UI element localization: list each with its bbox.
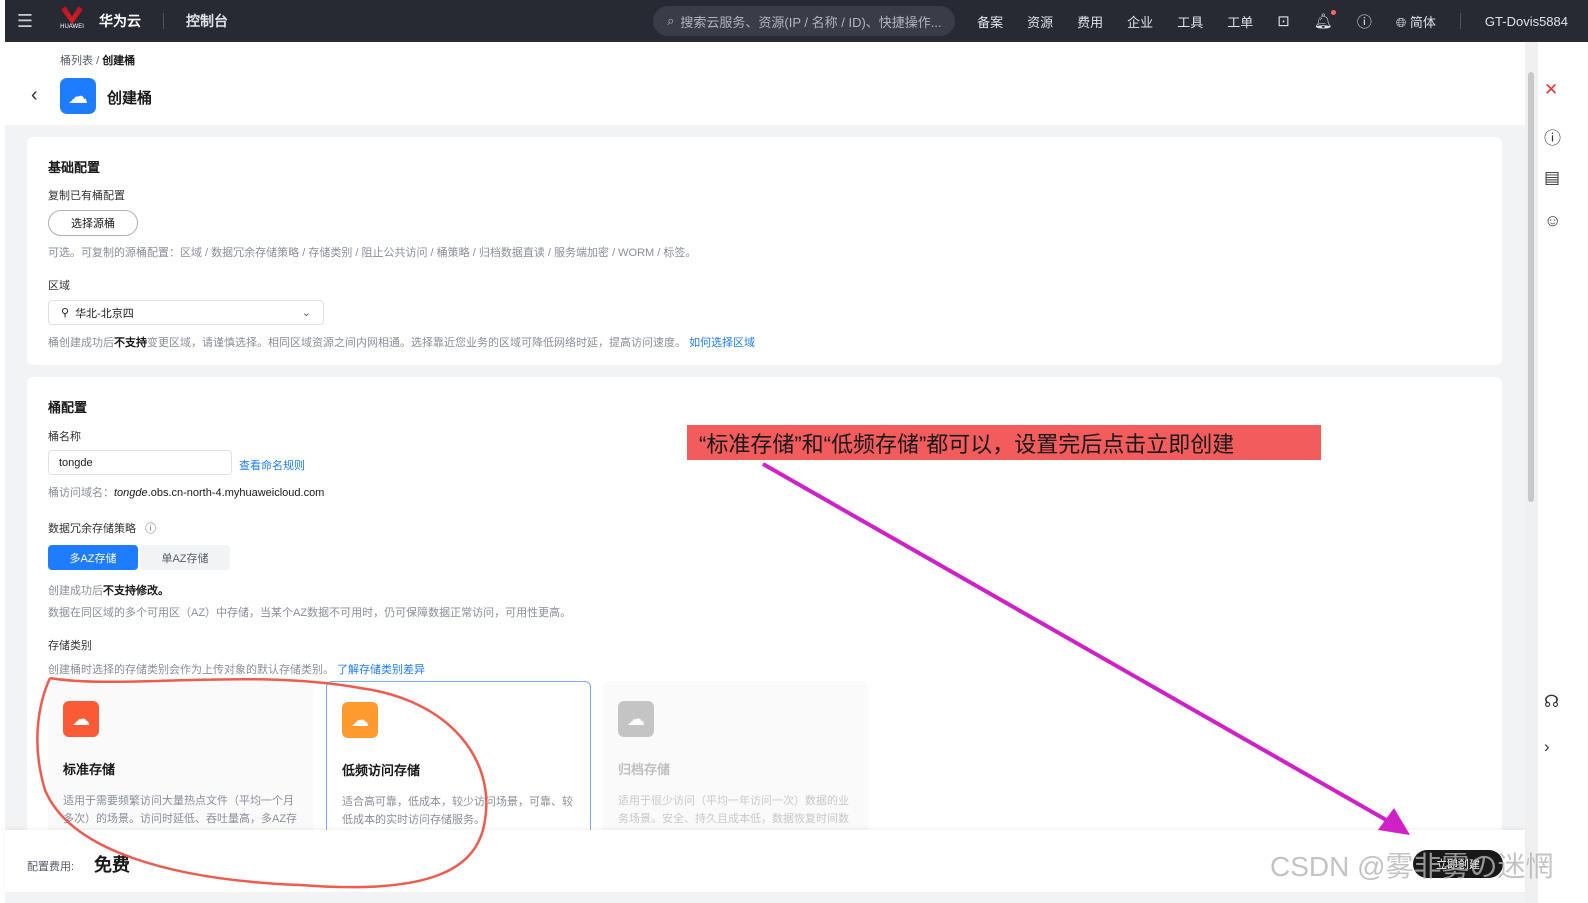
user-account-menu[interactable]: GT-Dovis5884: [1485, 14, 1568, 29]
top-nav-bar: ☰ HUAWEI 华为云 控制台 ⌕ 搜索云服务、资源(IP / 名称 / ID)…: [5, 0, 1588, 42]
breadcrumb: 桶列表 / 创建桶: [60, 55, 136, 67]
smiley-feedback-icon[interactable]: ☺: [1544, 211, 1561, 231]
breadcrumb-current: 创建桶: [102, 55, 136, 67]
divider: [163, 13, 164, 29]
help-icon[interactable]: ⓘ: [1544, 124, 1561, 149]
fee-label: 配置费用:: [27, 861, 75, 873]
redundancy-toggle: 多AZ存储 单AZ存储: [48, 545, 230, 570]
cloud-upload-icon: ☁: [60, 78, 96, 114]
annotation-callout: “标准存储”和“低频存储”都可以，设置完后点击立即创建: [687, 425, 1321, 460]
breadcrumb-bucket-list[interactable]: 桶列表: [60, 55, 93, 67]
storage-class-archive[interactable]: ☁ 归档存储 适用于很少访问（平均一年访问一次）数据的业务场景。安全、持久且成本低，…: [603, 681, 868, 841]
assistant-logo-icon[interactable]: ✕: [1544, 80, 1558, 100]
chevron-right-icon[interactable]: ›: [1544, 737, 1550, 757]
nav-resources[interactable]: 资源: [1027, 12, 1053, 31]
single-az-option[interactable]: 单AZ存储: [140, 545, 230, 570]
global-search-input[interactable]: ⌕ 搜索云服务、资源(IP / 名称 / ID)、快捷操作...: [653, 6, 956, 36]
cloud-upload-icon: ☁: [342, 702, 378, 738]
naming-rules-link[interactable]: 查看命名规则: [239, 457, 305, 473]
basic-config-card: 基础配置 复制已有桶配置 选择源桶 可选。可复制的源桶配置：区域 / 数据冗余存…: [27, 137, 1502, 365]
vertical-scrollbar[interactable]: [1525, 42, 1538, 903]
page-header: 桶列表 / 创建桶 ‹ ☁ 创建桶: [5, 42, 1525, 125]
region-hint: 桶创建成功后不支持变更区域，请谨慎选择。相同区域资源之间内网相通。选择靠近您业务…: [48, 337, 756, 349]
chevron-down-icon: ⌄: [301, 307, 311, 319]
redundancy-label: 数据冗余存储策略 ⓘ: [48, 523, 157, 535]
redundancy-desc: 数据在同区域的多个可用区（AZ）中存储，当某个AZ数据不可用时，仍可保障数据正常…: [48, 607, 572, 619]
section-title: 桶配置: [48, 400, 88, 415]
divider: [1459, 13, 1461, 29]
notes-icon[interactable]: ▤: [1544, 168, 1560, 188]
bucket-name-input[interactable]: tongde: [48, 450, 232, 475]
region-select[interactable]: ⚲ 华北-北京四 ⌄: [48, 300, 324, 325]
huawei-logo[interactable]: HUAWEI: [57, 6, 87, 36]
watermark: CSDN @雾非雾の迷惘: [1270, 851, 1554, 882]
main-content: 桶列表 / 创建桶 ‹ ☁ 创建桶 基础配置 复制已有桶配置 选择源桶 可选。可…: [5, 42, 1525, 903]
help-icon[interactable]: ⓘ: [1357, 11, 1372, 32]
fee-value: 免费: [94, 855, 130, 875]
select-source-bucket-button[interactable]: 选择源桶: [48, 210, 138, 236]
language-switch[interactable]: 🌐︎ 简体: [1396, 12, 1436, 31]
location-pin-icon: ⚲: [61, 307, 70, 319]
storage-class-infrequent[interactable]: ☁ 低频访问存储 适合高可靠，低成本，较少访问场景，可靠、较低成本的实时访问存储服务…: [326, 681, 591, 841]
right-tool-rail: ✕ ⓘ ▤ ☺ ☊ ›: [1538, 42, 1568, 903]
copy-config-label: 复制已有桶配置: [48, 190, 125, 202]
help-circle-icon[interactable]: ⓘ: [145, 523, 156, 535]
headset-support-icon[interactable]: ☊: [1544, 692, 1559, 712]
console-link[interactable]: 控制台: [186, 11, 228, 31]
bucket-name-label: 桶名称: [48, 431, 81, 443]
cloud-upload-icon: ☁: [618, 701, 654, 737]
redundancy-hint: 创建成功后不支持修改。: [48, 585, 169, 597]
bucket-domain: 桶访问域名：tongde.obs.cn-north-4.myhuaweiclou…: [48, 487, 325, 499]
globe-icon: 🌐︎: [1395, 14, 1407, 30]
storage-class-standard[interactable]: ☁ 标准存储 适用于需要频繁访问大量热点文件（平均一个月多次）的场景。访问时延低、吞…: [48, 681, 313, 841]
multi-az-option[interactable]: 多AZ存储: [48, 545, 138, 570]
nav-billing[interactable]: 费用: [1077, 12, 1103, 31]
storage-class-label: 存储类别: [48, 640, 92, 652]
terminal-icon[interactable]: ⊡: [1277, 12, 1290, 30]
brand-name[interactable]: 华为云: [99, 11, 141, 31]
search-icon: ⌕: [667, 13, 675, 28]
region-label: 区域: [48, 280, 70, 292]
bell-icon[interactable]: 🔔︎: [1314, 10, 1336, 30]
back-arrow-icon[interactable]: ‹: [31, 84, 38, 107]
copy-hint: 可选。可复制的源桶配置：区域 / 数据冗余存储策略 / 存储类别 / 阻止公共访…: [48, 247, 697, 259]
nav-tools[interactable]: 工具: [1177, 12, 1203, 31]
storage-class-hint: 创建桶时选择的存储类别会作为上传对象的默认存储类别。 了解存储类别差异: [48, 664, 426, 676]
cloud-upload-icon: ☁: [63, 701, 99, 737]
nav-beian[interactable]: 备案: [977, 12, 1003, 31]
section-title: 基础配置: [48, 160, 101, 175]
nav-enterprise[interactable]: 企业: [1127, 12, 1153, 31]
nav-tickets[interactable]: 工单: [1227, 12, 1253, 31]
how-to-choose-region-link[interactable]: 如何选择区域: [689, 337, 755, 349]
hamburger-menu-icon[interactable]: ☰: [5, 11, 45, 32]
page-title: 创建桶: [107, 90, 153, 107]
storage-class-diff-link[interactable]: 了解存储类别差异: [337, 664, 425, 676]
